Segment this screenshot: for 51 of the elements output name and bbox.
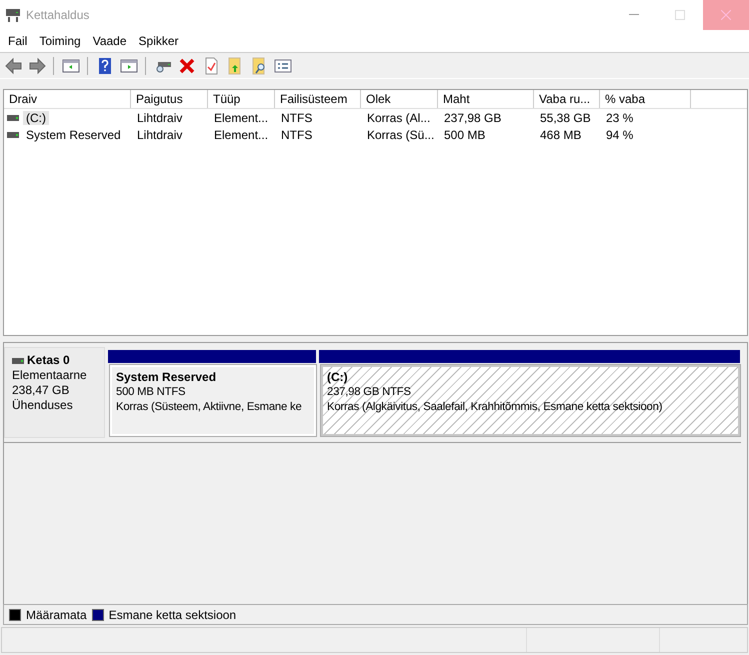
- maximize-icon: [675, 10, 685, 20]
- column-header[interactable]: Olek: [361, 90, 438, 108]
- table-cell: 237,98 GB: [444, 110, 502, 124]
- table-cell: Lihtdraiv: [137, 110, 182, 124]
- drive-icon: [12, 358, 24, 364]
- column-header[interactable]: Paigutus: [131, 90, 208, 108]
- table-cell: Element...: [214, 128, 268, 142]
- table-cell: Korras (Al...: [367, 110, 430, 124]
- column-header[interactable]: Vaba ru...: [534, 90, 600, 108]
- disk-name: Ketas 0: [27, 353, 70, 368]
- legend-label: Määramata: [26, 608, 87, 622]
- drive-name[interactable]: System Reserved: [23, 128, 124, 142]
- column-header[interactable]: Maht: [438, 90, 534, 108]
- menu-item[interactable]: Fail: [2, 34, 34, 48]
- table-cell: 55,38 GB: [540, 110, 591, 124]
- table-cell: Element...: [214, 110, 268, 124]
- partition-name: (C:): [327, 370, 348, 384]
- partition-block[interactable]: (C:) 237,98 GB NTFS Korras (Algkäivitus, Saalefail, Krahhitõmmis, Esmane ketta sektsioon): [321, 365, 740, 436]
- partition-status: Korras (Süsteem, Aktiivne, Esmane ke: [116, 401, 302, 413]
- partition-status: Korras (Algkäivitus, Saalefail, Krahhitõmmis, Esmane ketta sektsioon): [327, 401, 662, 413]
- column-header[interactable]: % vaba: [600, 90, 691, 108]
- minimize-icon: [629, 14, 639, 16]
- table-cell: Lihtdraiv: [137, 128, 182, 142]
- disk-size: 238,47 GB: [12, 383, 70, 398]
- drive-name[interactable]: (C:): [23, 110, 49, 124]
- disk-status: Ühenduses: [12, 398, 74, 413]
- menu-item[interactable]: Toiming: [33, 34, 87, 48]
- table-cell: 94 %: [606, 128, 634, 142]
- partition-size: 500 MB NTFS: [116, 386, 186, 398]
- partition-size: 237,98 GB NTFS: [327, 386, 411, 398]
- drive-icon: [7, 132, 19, 138]
- table-cell: NTFS: [281, 128, 312, 142]
- app-icon: [6, 8, 20, 22]
- column-header[interactable]: Failisüsteem: [275, 90, 361, 108]
- table-cell: NTFS: [281, 110, 312, 124]
- menu-item[interactable]: Spikker: [132, 34, 185, 48]
- table-cell: 500 MB: [444, 128, 486, 142]
- disk-info-panel[interactable]: Ketas 0 Elementaarne 238,47 GB Ühenduses: [4, 347, 105, 438]
- partition-block[interactable]: System Reserved 500 MB NTFS Korras (Süsteem, Aktiivne, Esmane ke: [110, 365, 316, 436]
- disk-type: Elementaarne: [12, 368, 88, 383]
- menu-item[interactable]: Vaade: [86, 34, 133, 48]
- table-cell: 468 MB: [540, 128, 582, 142]
- drive-icon: [7, 114, 19, 120]
- table-cell: 23 %: [606, 110, 634, 124]
- close-icon: [721, 10, 731, 20]
- column-header[interactable]: Tüüp: [208, 90, 275, 108]
- column-header[interactable]: Draiv: [4, 90, 131, 108]
- table-cell: Korras (Sü...: [367, 128, 434, 142]
- partition-name: System Reserved: [116, 370, 216, 384]
- legend-label: Esmane ketta sektsioon: [108, 608, 236, 622]
- window-title: Kettahaldus: [26, 8, 90, 22]
